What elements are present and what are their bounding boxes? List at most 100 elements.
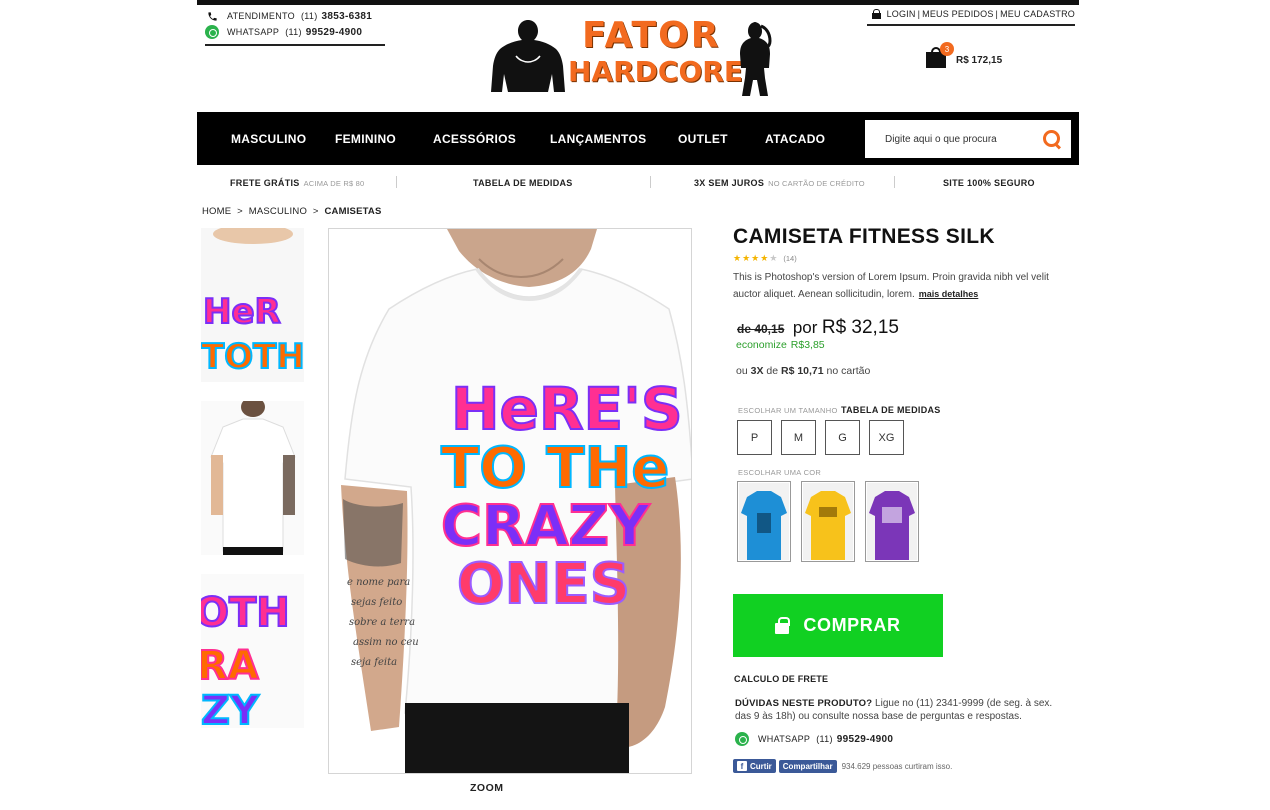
breadcrumb: HOME > MASCULINO > CAMISETAS xyxy=(202,206,382,217)
breadcrumb-separator: > xyxy=(312,206,319,217)
cart-total: R$ 172,15 xyxy=(956,54,1003,66)
breadcrumb-camisetas: CAMISETAS xyxy=(324,206,382,217)
atendimento-label: ATENDIMENTO xyxy=(227,11,295,21)
lock-icon xyxy=(775,617,791,634)
nav-item-masculino[interactable]: MASCULINO xyxy=(231,132,306,146)
svg-text:e nome para: e nome para xyxy=(347,577,410,588)
star-icon: ★ xyxy=(760,253,769,263)
cart[interactable]: 3 R$ 172,15 xyxy=(926,42,1003,68)
contact-block: ATENDIMENTO (11) 3853-6381 WHATSAPP (11)… xyxy=(205,8,385,46)
svg-text:RA: RA xyxy=(201,643,259,689)
price-block: de 40,15 por R$ 32,15 xyxy=(737,317,899,339)
nav-item-acessorios[interactable]: ACESSÓRIOS xyxy=(433,132,516,146)
search-input[interactable] xyxy=(865,133,1035,145)
color-option-yellow[interactable] xyxy=(801,481,855,562)
account-separator: | xyxy=(995,9,999,19)
phone-icon xyxy=(205,9,219,23)
divider xyxy=(894,176,895,188)
size-option-m[interactable]: M xyxy=(781,420,816,455)
main-product-image[interactable]: e nome para sejas feito sobre a terra as… xyxy=(328,228,692,774)
meu-cadastro-link[interactable]: MEU CADASTRO xyxy=(1000,9,1075,19)
atendimento-row[interactable]: ATENDIMENTO (11) 3853-6381 xyxy=(205,8,385,24)
whatsapp-icon xyxy=(735,732,749,746)
whatsapp-row[interactable]: WHATSAPP (11) 99529-4900 xyxy=(205,24,385,40)
benefits-strip: FRETE GRÁTIS ACIMA DE R$ 80 TABELA DE MED… xyxy=(197,176,1079,190)
account-block: LOGIN | MEUS PEDIDOS | MEU CADASTRO xyxy=(867,9,1075,26)
zoom-button[interactable]: ZOOM xyxy=(470,782,504,794)
svg-text:TOTH: TOTH xyxy=(201,337,304,377)
star-icon: ★ xyxy=(742,253,751,263)
whatsapp-ddd: (11) xyxy=(285,27,302,37)
breadcrumb-home[interactable]: HOME xyxy=(202,206,231,217)
nav-item-atacado[interactable]: ATACADO xyxy=(765,132,825,146)
color-option-purple[interactable] xyxy=(865,481,919,562)
savings: economize R$3,85 xyxy=(736,339,825,351)
facebook-icon: f xyxy=(737,761,747,771)
color-option-blue[interactable] xyxy=(737,481,791,562)
nav-item-lancamentos[interactable]: LANÇAMENTOS xyxy=(550,132,646,146)
svg-text:ZY: ZY xyxy=(201,688,260,728)
search-box xyxy=(865,120,1071,158)
thumbnail-print-closeup[interactable]: HeR TOTH xyxy=(201,228,304,382)
breadcrumb-separator: > xyxy=(237,206,243,217)
contact-underline xyxy=(205,44,385,46)
rating-stars[interactable]: ★ ★ ★ ★ ★ (14) xyxy=(733,253,1063,264)
facebook-like-button[interactable]: f Curtir xyxy=(733,759,776,773)
size-option-g[interactable]: G xyxy=(825,420,860,455)
svg-text:HeRE'S: HeRE'S xyxy=(451,375,683,443)
star-icon: ★ xyxy=(733,253,742,263)
product-description: This is Photoshop's version of Lorem Ips… xyxy=(733,272,1049,300)
installments: ou 3X de R$ 10,71 no cartão xyxy=(736,365,871,377)
rating-count: (14) xyxy=(783,254,797,263)
svg-text:assim no ceu: assim no ceu xyxy=(353,637,419,648)
svg-text:TO THe: TO THe xyxy=(441,436,669,501)
top-border xyxy=(197,0,1079,5)
size-label: ESCOLHAR UM TAMANHO xyxy=(738,406,838,415)
whatsapp-label: WHATSAPP xyxy=(227,27,280,37)
more-details-link[interactable]: mais detalhes xyxy=(919,289,979,299)
svg-text:sejas feito: sejas feito xyxy=(351,597,402,608)
star-icon: ★ xyxy=(751,253,760,263)
facebook-social: f Curtir Compartilhar 934.629 pessoas cur… xyxy=(733,759,952,773)
svg-text:CRAZY: CRAZY xyxy=(441,494,651,559)
size-option-p[interactable]: P xyxy=(737,420,772,455)
lock-icon xyxy=(871,9,881,19)
star-empty-icon: ★ xyxy=(769,253,778,263)
product-questions: DÚVIDAS NESTE PRODUTO? Ligue no (11) 234… xyxy=(735,698,1053,722)
search-icon[interactable] xyxy=(1043,130,1061,148)
female-silhouette-icon xyxy=(740,22,772,96)
shopping-bag-icon: 3 xyxy=(926,42,954,68)
nav-item-outlet[interactable]: OUTLET xyxy=(678,132,728,146)
size-option-xg[interactable]: XG xyxy=(869,420,904,455)
login-link[interactable]: LOGIN xyxy=(887,9,916,19)
svg-text:seja feita: seja feita xyxy=(351,657,397,668)
thumbnail-list: HeR TOTH OTH RA ZY xyxy=(201,228,305,747)
account-underline xyxy=(867,24,1075,26)
benefit-tabela[interactable]: TABELA DE MEDIDAS xyxy=(473,178,573,188)
male-silhouette-icon xyxy=(491,20,565,92)
whatsapp-icon xyxy=(205,25,219,39)
svg-text:ONES: ONES xyxy=(457,552,630,617)
benefit-frete: FRETE GRÁTIS ACIMA DE R$ 80 xyxy=(230,178,365,188)
cart-count-badge: 3 xyxy=(940,42,954,56)
nav-item-feminino[interactable]: FEMININO xyxy=(335,132,396,146)
size-options: P M G XG xyxy=(737,420,913,455)
whatsapp-contact[interactable]: WHATSAPP (11) 99529-4900 xyxy=(735,732,893,746)
divider xyxy=(396,176,397,188)
por-label: por xyxy=(792,318,818,337)
account-separator: | xyxy=(917,9,921,19)
product-title: CAMISETA FITNESS SILK xyxy=(733,225,995,248)
benefit-parcelas: 3X SEM JUROS NO CARTÃO DE CRÉDITO xyxy=(694,178,865,188)
meus-pedidos-link[interactable]: MEUS PEDIDOS xyxy=(922,9,993,19)
product-info: CAMISETA FITNESS SILK ★ ★ ★ ★ ★ (14) Thi… xyxy=(733,225,1063,303)
facebook-share-button[interactable]: Compartilhar xyxy=(778,759,837,773)
benefit-seguro: SITE 100% SEGURO xyxy=(943,178,1035,188)
buy-button[interactable]: COMPRAR xyxy=(733,594,943,657)
thumbnail-back-view[interactable] xyxy=(201,401,304,555)
breadcrumb-masculino[interactable]: MASCULINO xyxy=(249,206,307,217)
thumbnail-print-detail[interactable]: OTH RA ZY xyxy=(201,574,304,728)
site-logo[interactable]: FATOR HARDCORE xyxy=(488,14,780,96)
logo-text: FATOR HARDCORE xyxy=(568,15,743,89)
size-table-link[interactable]: TABELA DE MEDIDAS xyxy=(841,405,941,415)
shipping-calculator-link[interactable]: CALCULO DE FRETE xyxy=(734,674,828,684)
